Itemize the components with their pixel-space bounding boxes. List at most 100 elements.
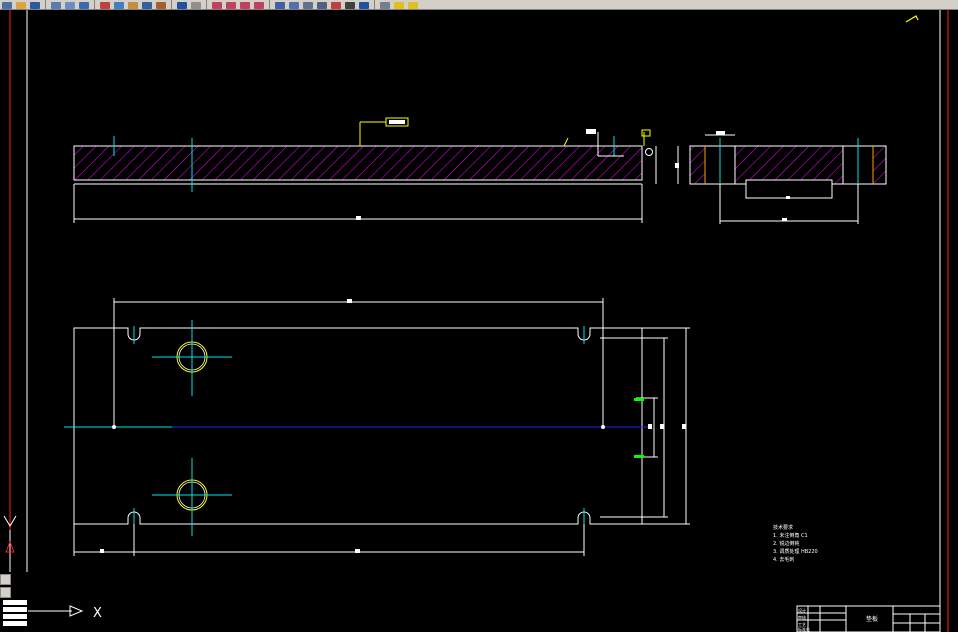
block-editor-icon: [156, 2, 166, 9]
small-dim-box: [586, 129, 596, 134]
layer-state-icon: [394, 2, 404, 9]
redo-button[interactable]: [189, 0, 203, 9]
toolbar-separator: [206, 0, 207, 9]
properties-button[interactable]: [273, 0, 287, 9]
sheet-set-icon: [317, 2, 327, 9]
preview-button[interactable]: [63, 0, 77, 9]
title-block-row-label-2: 审核: [798, 614, 806, 620]
undo-button[interactable]: [175, 0, 189, 9]
corner-marker: [905, 15, 919, 23]
zoom-window-icon: [240, 2, 250, 9]
command-row-4[interactable]: [3, 621, 27, 626]
front-view-section: [73, 145, 643, 181]
markup-icon: [331, 2, 341, 9]
surface-finish-fill: [389, 120, 405, 124]
new-button[interactable]: [0, 0, 14, 9]
design-center-icon: [289, 2, 299, 9]
side-slot-dim-text: [786, 196, 790, 199]
toolbar-separator: [171, 0, 172, 9]
front-view-dim-text: [356, 216, 361, 220]
properties-icon: [275, 2, 285, 9]
technical-note-line: 技术要求: [773, 524, 793, 531]
cut-icon: [100, 2, 110, 9]
layer-icon: [408, 2, 418, 9]
sheet-set-button[interactable]: [315, 0, 329, 9]
title-block-row-label-4: 标准化: [798, 626, 810, 632]
side-view-bottom-slot: [745, 179, 833, 199]
ucs-x-label: X: [93, 606, 102, 621]
undo-icon: [177, 2, 187, 9]
tool-palettes-icon: [303, 2, 313, 9]
title-block-row-label-1: 设计: [798, 607, 806, 613]
plot-icon: [51, 2, 61, 9]
pin-bottom: [634, 455, 644, 458]
layer-properties-button[interactable]: [378, 0, 392, 9]
command-row-1[interactable]: [3, 600, 27, 605]
save-button[interactable]: [28, 0, 42, 9]
publish-icon: [79, 2, 89, 9]
balloon-marker: [645, 148, 653, 156]
zoom-window-button[interactable]: [238, 0, 252, 9]
quickcalc-button[interactable]: [343, 0, 357, 9]
save-icon: [30, 2, 40, 9]
technical-note-line: 4. 去毛刺: [773, 556, 794, 563]
technical-note-line: 3. 调质处理 HB220: [773, 548, 818, 555]
plan-bottom-dim-text-2: [355, 549, 360, 553]
new-icon: [2, 2, 12, 9]
top-annotation-box: [641, 129, 651, 137]
paste-icon: [128, 2, 138, 9]
layer-state-button[interactable]: [392, 0, 406, 9]
copy-icon: [114, 2, 124, 9]
paste-button[interactable]: [126, 0, 140, 9]
redo-icon: [191, 2, 201, 9]
open-icon: [16, 2, 26, 9]
plot-button[interactable]: [49, 0, 63, 9]
plan-top-dim-text: [347, 299, 352, 303]
zoom-realtime-button[interactable]: [224, 0, 238, 9]
command-row-2[interactable]: [3, 607, 27, 612]
help-icon: [359, 2, 369, 9]
publish-button[interactable]: [77, 0, 91, 9]
technical-notes: 技术要求1. 未注倒角 C12. 锐边倒钝3. 调质处理 HB2204. 去毛刺: [773, 524, 818, 563]
plan-right-dim-outer-text: [682, 424, 686, 429]
pan-button[interactable]: [210, 0, 224, 9]
tool-palettes-button[interactable]: [301, 0, 315, 9]
quickcalc-icon: [345, 2, 355, 9]
side-top-dim-text: [716, 131, 725, 135]
drawing-canvas[interactable]: 技术要求1. 未注倒角 C12. 锐边倒钝3. 调质处理 HB2204. 去毛刺…: [0, 10, 958, 632]
model-icon[interactable]: [0, 587, 11, 598]
toolbar-separator: [374, 0, 375, 9]
side-dim-text: [782, 218, 787, 221]
layer-button[interactable]: [406, 0, 420, 9]
layer-properties-icon: [380, 2, 390, 9]
preview-icon: [65, 2, 75, 9]
copy-button[interactable]: [112, 0, 126, 9]
pin-top: [634, 398, 644, 401]
zoom-previous-button[interactable]: [252, 0, 266, 9]
help-button[interactable]: [357, 0, 371, 9]
standard-toolbar: [0, 0, 958, 10]
block-editor-button[interactable]: [154, 0, 168, 9]
toolbar-separator: [45, 0, 46, 9]
markup-button[interactable]: [329, 0, 343, 9]
title-block-name: 垫板: [866, 615, 878, 623]
command-row-3[interactable]: [3, 614, 27, 619]
plan-right-dim-small-text: [648, 424, 652, 429]
pan-icon: [212, 2, 222, 9]
side-height-dim-text: [675, 163, 679, 168]
open-button[interactable]: [14, 0, 28, 9]
technical-note-line: 2. 锐边倒钝: [773, 540, 799, 547]
zoom-realtime-icon: [226, 2, 236, 9]
plan-bottom-dim-text-1: [100, 549, 104, 553]
toolbar-separator: [94, 0, 95, 9]
slash-mark: [563, 137, 569, 147]
match-properties-button[interactable]: [140, 0, 154, 9]
cut-button[interactable]: [98, 0, 112, 9]
technical-note-line: 1. 未注倒角 C1: [773, 532, 808, 539]
toolbar-separator: [269, 0, 270, 9]
command-panel[interactable]: [0, 572, 28, 632]
layout-icon[interactable]: [0, 574, 11, 585]
plan-right-dim-inner-text: [660, 424, 664, 429]
match-properties-icon: [142, 2, 152, 9]
design-center-button[interactable]: [287, 0, 301, 9]
